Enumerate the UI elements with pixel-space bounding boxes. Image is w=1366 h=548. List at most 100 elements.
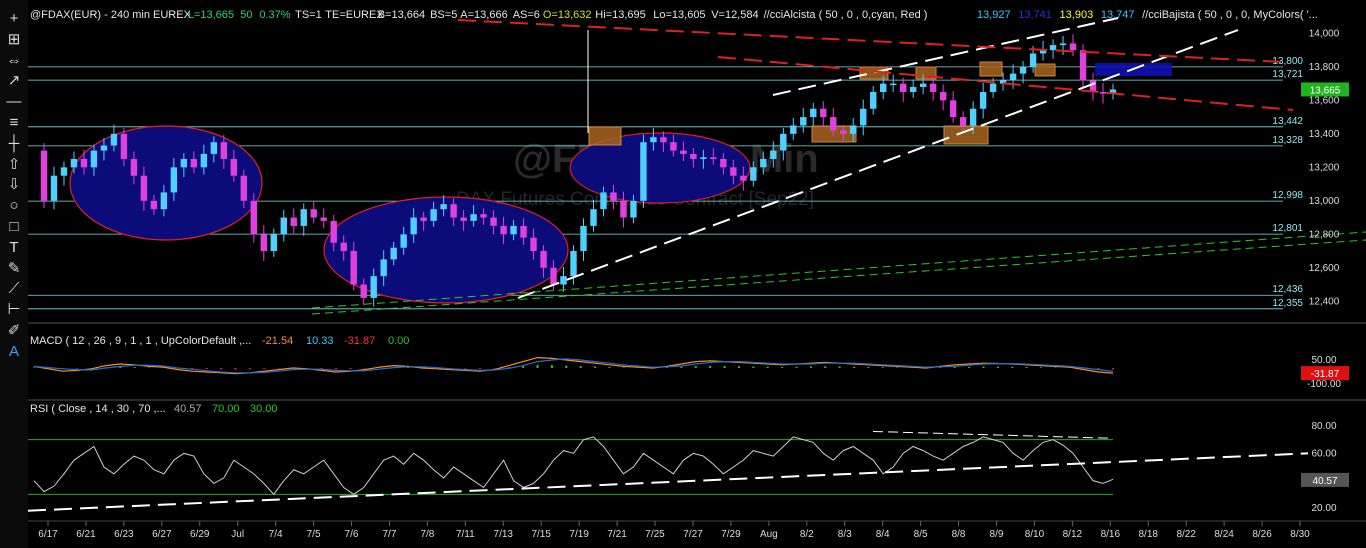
highlight-box [943,125,989,145]
date-label: 6/23 [114,529,134,540]
candle-body [1069,43,1077,51]
candle-body [330,220,337,243]
header-field: //cciAlcista ( 50 , 0 , 0,cyan, Red ) [763,9,928,21]
date-label: 6/27 [152,529,172,540]
candle-body [470,214,477,221]
candle-body [390,247,397,260]
header-field: L=13,665 [187,9,235,21]
header-field: B=13,664 [377,9,426,21]
lines-group-icon[interactable]: ≡ [3,114,25,132]
ellipse-icon[interactable]: ○ [3,197,25,215]
candle-body [370,276,377,298]
candle-body [170,167,178,193]
candle-body [70,158,78,168]
trendline-icon[interactable]: ↗ [3,72,25,90]
candle-body [959,117,967,126]
date-label: 7/5 [307,529,321,540]
date-label: 6/17 [38,529,58,540]
consolidation-ellipse [69,125,263,241]
price-tick-label: 12,600 [1309,263,1340,274]
rsi-tick-label: 20.00 [1311,503,1336,514]
chart-canvas[interactable]: @FDAX 240 Min DAX Futures Continuous Con… [28,0,1366,548]
candle-body [660,137,667,143]
rsi-value: 40.57 [174,403,202,415]
candle-body [340,242,347,252]
candle-body [430,209,437,221]
date-label: 7/25 [645,529,665,540]
candle-body [890,83,897,86]
fibonacci-icon[interactable]: ⊢ [3,301,25,319]
header-field: 13,747 [1100,9,1135,21]
candle-body [899,83,907,92]
candle-body [350,251,357,285]
candle-body [160,192,168,210]
candle-body [290,217,297,226]
date-label: 7/27 [683,529,703,540]
header-field: TS=1 [295,9,322,21]
ruler-icon[interactable]: ⟋ [3,280,25,298]
horizontal-measure-icon[interactable]: ⇔ [3,52,25,70]
header-field: A=13,666 [460,9,508,21]
candle-body [360,284,367,298]
candle-body [280,217,287,235]
date-label: 7/19 [569,529,589,540]
candle-body [120,133,128,159]
candle-body [40,150,48,201]
date-label: 8/10 [1025,529,1045,540]
candle-body [450,204,457,218]
candle-body [420,217,427,221]
candle-body [570,251,577,277]
candle-body [780,133,787,151]
date-label: 8/8 [952,529,966,540]
rsi-last-label: 40.57 [1312,476,1337,487]
rectangle-icon[interactable]: □ [3,218,25,236]
date-label: 6/29 [190,529,210,540]
candle-body [590,209,597,226]
date-label: 7/4 [269,529,283,540]
date-label: 8/30 [1290,529,1310,540]
candle-body [270,234,277,252]
candle-body [380,259,387,277]
candle-body [949,100,957,118]
date-label: 7/29 [721,529,741,540]
candle-body [80,158,88,168]
multi-crosshair-icon[interactable]: ⊞ [3,31,25,49]
drawing-toolbar: + ⊞ ⇔ ↗ — ≡ ┼ ⇧ ⇩ ○ □ T ✎ ⟋ ⊢ ✐ A [0,0,29,548]
last-price-label: 13,665 [1310,85,1341,96]
arrow-down-icon[interactable]: ⇩ [3,176,25,194]
macd-label: MACD ( 12 , 26 , 9 , 1 , 1 , UpColorDefa… [30,335,251,347]
paint-icon[interactable]: ✐ [3,322,25,340]
rsi-label: RSI ( Close , 14 , 30 , 70 ,... [30,403,166,415]
text-tool-icon[interactable]: T [3,239,25,257]
price-tick-label: 13,800 [1309,62,1340,73]
date-label: 8/3 [838,529,852,540]
crosshair-icon[interactable]: + [3,10,25,28]
candle-body [750,167,757,181]
candle-body [810,108,817,118]
candle-body [1019,66,1027,74]
candle-body [790,125,797,134]
header-field: //cciBajista ( 50 , 0 , 0, MyColors( '..… [1142,9,1318,21]
date-label: 8/18 [1139,529,1159,540]
candle-body [730,167,737,176]
level-label: 13,328 [1272,135,1303,146]
vertical-line-icon[interactable]: ┼ [3,135,25,153]
arrow-up-icon[interactable]: ⇧ [3,156,25,174]
date-label: 8/26 [1252,529,1272,540]
header-field: BS=5 [430,9,458,21]
header-field: 13,927 [976,9,1011,21]
date-label: 8/5 [914,529,928,540]
candle-body [600,192,607,210]
horizontal-line-icon[interactable]: — [3,93,25,111]
candle-body [670,142,677,151]
candle-body [860,108,867,126]
candle-body [180,158,188,168]
pencil-icon[interactable]: ✎ [3,260,25,278]
date-label: 7/8 [420,529,434,540]
candle-body [1079,50,1087,81]
candle-body [460,217,467,221]
candle-body [850,125,857,134]
text-highlight-icon[interactable]: A [3,343,25,361]
candle-body [1009,73,1017,81]
candle-body [190,158,198,168]
